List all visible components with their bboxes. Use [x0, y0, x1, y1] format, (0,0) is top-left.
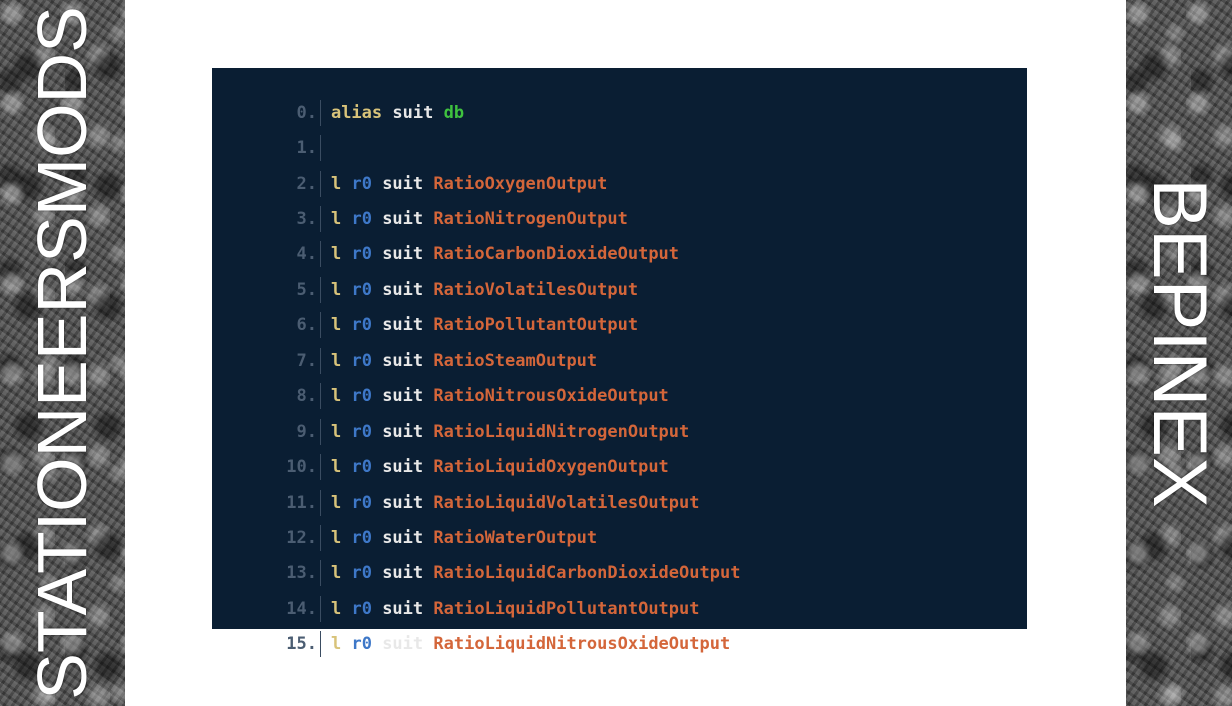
code-property: RatioLiquidNitrousOxideOutput [433, 634, 731, 654]
code-register: r0 [351, 634, 372, 654]
code-argument: db [443, 103, 465, 123]
code-device: suit [392, 103, 434, 123]
code-line[interactable]: 0. alias suit db [212, 68, 464, 126]
left-banner: STATIONEERSMODS [0, 0, 125, 706]
code-keyword: l [330, 634, 342, 654]
code-line[interactable]: 1. [212, 103, 331, 161]
code-line[interactable]: 10. l r0 suit RatioLiquidOxygenOutput [212, 422, 669, 480]
gutter-separator [319, 631, 329, 657]
code-line[interactable]: 12. l r0 suit RatioWaterOutput [212, 493, 597, 551]
code-editor[interactable]: 0. alias suit db 1. 2. l r0 suit RatioOxyg… [212, 68, 1027, 657]
code-line[interactable]: 11. l r0 suit RatioLiquidVolatilesOutput [212, 458, 700, 516]
code-line[interactable]: 3. l r0 suit RatioNitrogenOutput [212, 174, 628, 232]
right-banner: BEPINEX [1126, 0, 1232, 706]
code-line[interactable]: 2. l r0 suit RatioOxygenOutput [212, 139, 607, 197]
code-line[interactable]: 15. l r0 suit RatioLiquidNitrousOxideOutp… [212, 599, 730, 657]
code-device: suit [382, 634, 424, 654]
code-line[interactable]: 7. l r0 suit RatioSteamOutput [212, 316, 597, 374]
code-line[interactable]: 9. l r0 suit RatioLiquidNitrogenOutput [212, 387, 689, 445]
code-line[interactable]: 5. l r0 suit RatioVolatilesOutput [212, 245, 638, 303]
left-banner-text: STATIONEERSMODS [23, 6, 101, 700]
code-line[interactable]: 6. l r0 suit RatioPollutantOutput [212, 280, 638, 338]
code-line[interactable]: 13. l r0 suit RatioLiquidCarbonDioxideOut… [212, 528, 740, 586]
code-line[interactable]: 4. l r0 suit RatioCarbonDioxideOutput [212, 209, 679, 267]
code-keyword: alias [330, 103, 383, 123]
right-banner-text: BEPINEX [1137, 178, 1222, 508]
code-line[interactable]: 8. l r0 suit RatioNitrousOxideOutput [212, 351, 669, 409]
code-line[interactable]: 14. l r0 suit RatioLiquidPollutantOutput [212, 564, 700, 622]
line-number: 15. [286, 634, 317, 654]
